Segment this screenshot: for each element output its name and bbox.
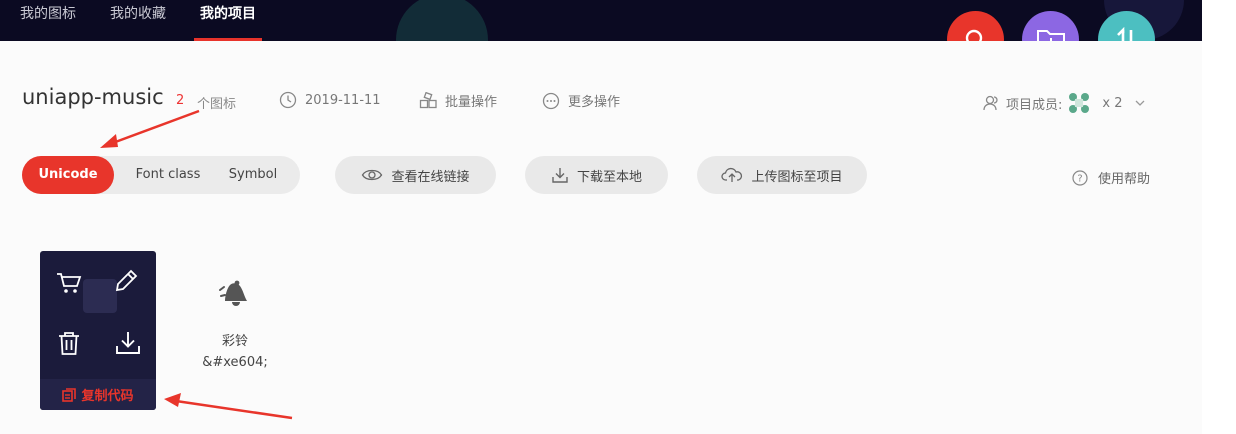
icon-item[interactable]: 彩铃 &#xe604; (183, 266, 287, 370)
download-icon-button[interactable] (114, 329, 142, 357)
icon-name: 彩铃 (221, 334, 248, 349)
icon-count-label: 个图标 (197, 97, 237, 112)
members-count: x 2 (1102, 95, 1123, 111)
chevron-down-icon (1135, 100, 1144, 106)
members-label: 项目成员: (1006, 97, 1063, 113)
nav-my-projects[interactable]: 我的项目 (194, 0, 262, 41)
edit-icon (115, 269, 138, 292)
icon-unicode: &#xe604; (202, 355, 268, 370)
copy-icon (62, 387, 77, 402)
eye-icon (362, 169, 383, 181)
help-label: 使用帮助 (1098, 172, 1151, 187)
nav-my-favorites[interactable]: 我的收藏 (110, 0, 166, 41)
batch-icon (419, 91, 437, 108)
help-icon: ? (1072, 169, 1088, 186)
main-nav: 我的图标 我的收藏 我的项目 (20, 0, 290, 41)
project-members[interactable]: 项目成员: x 2 (982, 90, 1153, 116)
download-icon (116, 332, 140, 354)
member-avatar (1069, 93, 1090, 113)
download-local-label: 下载至本地 (576, 169, 642, 185)
copy-code-label: 复制代码 (81, 389, 134, 404)
add-to-cart-button[interactable] (55, 269, 83, 297)
svg-text:?: ? (1077, 173, 1082, 184)
more-icon (542, 92, 560, 109)
upload-icons-button[interactable]: 上传图标至项目 (697, 156, 867, 194)
help-link[interactable]: ? 使用帮助 (1072, 168, 1150, 187)
nav-my-icons[interactable]: 我的图标 (20, 0, 76, 41)
tab-font-class[interactable]: Font class (128, 156, 208, 194)
cloud-upload-icon (721, 167, 743, 182)
download-icon (552, 168, 568, 183)
icon-card-hovered[interactable]: 复制代码 (40, 251, 156, 410)
edit-icon-button[interactable] (112, 267, 140, 295)
more-operations-button[interactable]: 更多操作 (542, 91, 620, 110)
tab-unicode[interactable]: Unicode (22, 156, 114, 194)
batch-operation-button[interactable]: 批量操作 (419, 91, 497, 110)
more-operations-label: 更多操作 (568, 95, 621, 110)
view-online-link-label: 查看在线链接 (391, 169, 470, 185)
delete-icon-button[interactable] (55, 329, 83, 357)
copy-code-button[interactable]: 复制代码 (40, 379, 156, 410)
project-content: uniapp-music 2 个图标 2019-11-11 批量操作 更多操作 (0, 41, 1202, 434)
project-date: 2019-11-11 (279, 91, 381, 109)
project-title: uniapp-music (22, 85, 164, 109)
members-icon (983, 95, 998, 111)
trash-icon (59, 332, 79, 355)
bell-icon (219, 280, 247, 306)
tab-symbol[interactable]: Symbol (220, 156, 286, 194)
batch-operation-label: 批量操作 (445, 95, 498, 110)
project-date-text: 2019-11-11 (305, 92, 381, 108)
download-local-button[interactable]: 下载至本地 (525, 156, 668, 194)
code-type-tabs: Unicode Font class Symbol (22, 156, 300, 194)
upload-icons-label: 上传图标至项目 (751, 169, 843, 185)
cart-icon (57, 273, 82, 293)
background-decoration (396, 0, 488, 41)
clock-icon (279, 91, 297, 109)
icon-count: 2 (176, 93, 185, 108)
view-online-link-button[interactable]: 查看在线链接 (335, 156, 496, 194)
